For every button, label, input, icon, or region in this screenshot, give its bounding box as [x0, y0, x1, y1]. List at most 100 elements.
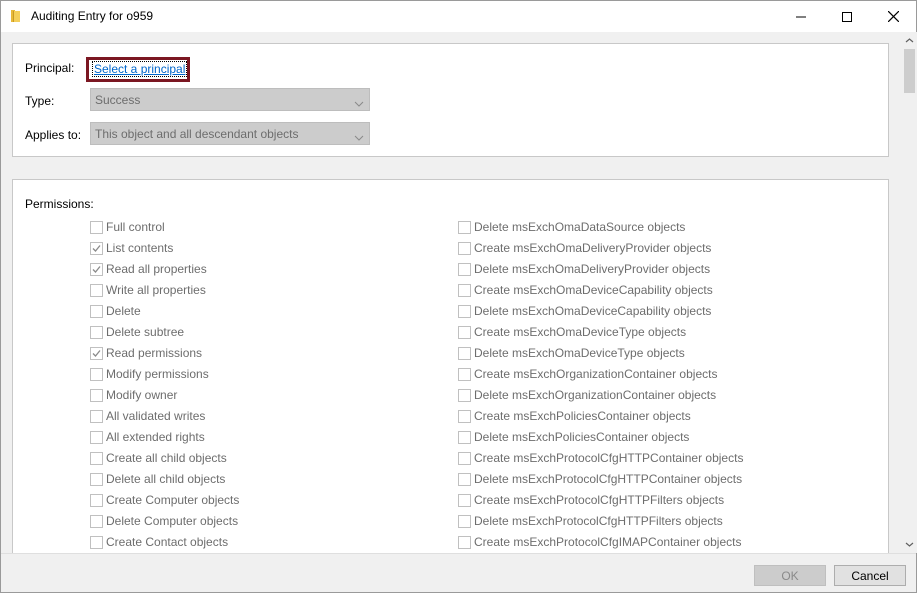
checkbox[interactable] [458, 536, 471, 549]
permission-item[interactable]: Delete msExchProtocolCfgHTTPFilters obje… [458, 512, 788, 533]
checkbox[interactable] [458, 389, 471, 402]
permission-label: Create msExchOrganizationContainer objec… [474, 367, 718, 381]
permission-item[interactable]: Create msExchOmaDeviceCapability objects [458, 281, 788, 302]
checkbox[interactable] [458, 305, 471, 318]
checkbox[interactable] [458, 473, 471, 486]
permission-item[interactable]: Write all properties [90, 281, 420, 302]
permission-item[interactable]: Delete msExchOmaDeviceCapability objects [458, 302, 788, 323]
scroll-up-button[interactable] [902, 32, 917, 49]
permission-item[interactable]: Read permissions [90, 344, 420, 365]
checkbox[interactable] [458, 431, 471, 444]
checkbox[interactable] [90, 494, 103, 507]
checkbox[interactable] [458, 515, 471, 528]
cancel-button[interactable]: Cancel [834, 565, 906, 586]
permission-label: Create msExchOmaDeviceType objects [474, 325, 687, 339]
permission-item[interactable]: Create msExchOmaDeviceType objects [458, 323, 788, 344]
permission-label: Modify permissions [106, 367, 209, 381]
checkbox[interactable] [458, 263, 471, 276]
folder-icon [10, 10, 22, 23]
permission-item[interactable]: Delete msExchOmaDeviceType objects [458, 344, 788, 365]
checkbox[interactable] [90, 536, 103, 549]
permission-item[interactable]: Delete all child objects [90, 470, 420, 491]
maximize-icon [842, 11, 852, 22]
permission-item[interactable]: Delete Computer objects [90, 512, 420, 533]
checkbox[interactable] [90, 389, 103, 402]
permission-item[interactable]: Create msExchPoliciesContainer objects [458, 407, 788, 428]
permission-item[interactable]: Create msExchOmaDeliveryProvider objects [458, 239, 788, 260]
permission-item[interactable]: Read all properties [90, 260, 420, 281]
title-bar[interactable]: Auditing Entry for o959 [1, 1, 916, 32]
checkbox[interactable] [90, 431, 103, 444]
maximize-button[interactable] [824, 1, 870, 32]
permission-label: Delete msExchOmaDataSource objects [474, 220, 686, 234]
permission-item[interactable]: Delete msExchOmaDataSource objects [458, 218, 788, 239]
applies-to-value: This object and all descendant objects [95, 127, 299, 141]
vertical-scrollbar[interactable] [902, 32, 917, 553]
permission-label: Create Computer objects [106, 493, 240, 507]
applies-to-label: Applies to: [25, 128, 82, 142]
permission-label: Delete subtree [106, 325, 185, 339]
permission-item[interactable]: Create all child objects [90, 449, 420, 470]
permission-item[interactable]: Delete msExchOmaDeliveryProvider objects [458, 260, 788, 281]
permission-item[interactable]: Create msExchProtocolCfgHTTPContainer ob… [458, 449, 788, 470]
checkbox-checked[interactable] [90, 347, 103, 360]
checkbox[interactable] [90, 368, 103, 381]
checkbox[interactable] [90, 305, 103, 318]
permission-label: Create msExchOmaDeliveryProvider objects [474, 241, 712, 255]
permission-label: Delete msExchOmaDeviceCapability objects [474, 304, 712, 318]
permission-label: Delete all child objects [106, 472, 226, 486]
permission-item[interactable]: All validated writes [90, 407, 420, 428]
checkbox[interactable] [458, 242, 471, 255]
permission-item[interactable]: Create Contact objects [90, 533, 420, 553]
checkbox[interactable] [458, 410, 471, 423]
scroll-down-button[interactable] [902, 536, 917, 553]
checkbox[interactable] [458, 221, 471, 234]
permission-item[interactable]: Create Computer objects [90, 491, 420, 512]
permission-item[interactable]: Create msExchProtocolCfgHTTPFilters obje… [458, 491, 788, 512]
permission-label: Delete msExchProtocolCfgHTTPFilters obje… [474, 514, 723, 528]
checkbox[interactable] [90, 284, 103, 297]
checkbox[interactable] [90, 410, 103, 423]
permission-label: Create msExchProtocolCfgHTTPFilters obje… [474, 493, 725, 507]
checkbox[interactable] [458, 284, 471, 297]
permission-label: Delete msExchOmaDeviceType objects [474, 346, 685, 360]
permission-label: Create msExchPoliciesContainer objects [474, 409, 691, 423]
permission-item[interactable]: Modify owner [90, 386, 420, 407]
permission-item[interactable]: Modify permissions [90, 365, 420, 386]
type-value: Success [95, 93, 141, 107]
permission-item[interactable]: Delete [90, 302, 420, 323]
permission-item[interactable]: Create msExchOrganizationContainer objec… [458, 365, 788, 386]
principal-panel: Principal: Select a principal Type: Succ… [12, 43, 889, 157]
permission-label: Create msExchOmaDeviceCapability objects [474, 283, 713, 297]
checkbox-checked[interactable] [90, 263, 103, 276]
checkbox-checked[interactable] [90, 242, 103, 255]
type-dropdown[interactable]: Success [90, 88, 370, 111]
select-principal-link[interactable]: Select a principal [91, 61, 188, 77]
checkbox[interactable] [458, 494, 471, 507]
checkbox[interactable] [90, 473, 103, 486]
close-button[interactable] [870, 1, 916, 32]
permission-item[interactable]: Delete subtree [90, 323, 420, 344]
checkbox[interactable] [90, 452, 103, 465]
checkbox[interactable] [458, 326, 471, 339]
permission-item[interactable]: List contents [90, 239, 420, 260]
permission-item[interactable]: All extended rights [90, 428, 420, 449]
checkbox[interactable] [458, 347, 471, 360]
permission-item[interactable]: Delete msExchOrganizationContainer objec… [458, 386, 788, 407]
chevron-down-icon [354, 96, 364, 110]
permission-label: Read permissions [106, 346, 203, 360]
permission-item[interactable]: Full control [90, 218, 420, 239]
checkbox[interactable] [458, 368, 471, 381]
scrollbar-thumb[interactable] [904, 49, 915, 93]
permission-item[interactable]: Create msExchProtocolCfgIMAPContainer ob… [458, 533, 788, 553]
permission-item[interactable]: Delete msExchPoliciesContainer objects [458, 428, 788, 449]
applies-to-dropdown[interactable]: This object and all descendant objects [90, 122, 370, 145]
minimize-icon [796, 16, 806, 17]
ok-button[interactable]: OK [754, 565, 826, 586]
permission-item[interactable]: Delete msExchProtocolCfgHTTPContainer ob… [458, 470, 788, 491]
checkbox[interactable] [458, 452, 471, 465]
checkbox[interactable] [90, 221, 103, 234]
checkbox[interactable] [90, 326, 103, 339]
minimize-button[interactable] [778, 1, 824, 32]
checkbox[interactable] [90, 515, 103, 528]
